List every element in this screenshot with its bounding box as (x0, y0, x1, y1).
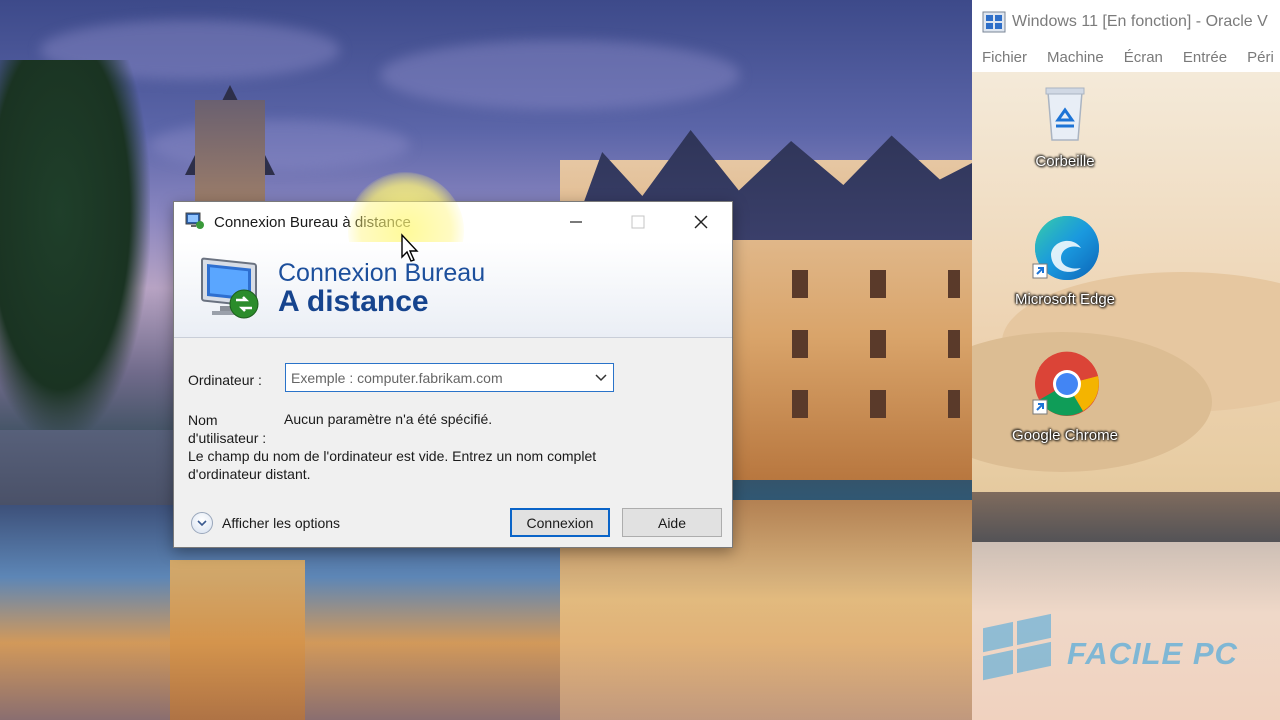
vm-titlebar[interactable]: Windows 11 [En fonction] - Oracle V (972, 0, 1280, 44)
show-options-label[interactable]: Afficher les options (222, 515, 340, 531)
cloud (380, 40, 740, 110)
facile-pc-watermark: FACILE PC (975, 592, 1238, 682)
menu-entree[interactable]: Entrée (1173, 44, 1237, 72)
menu-ecran[interactable]: Écran (1114, 44, 1173, 72)
menu-peripheriques[interactable]: Péri (1237, 44, 1280, 72)
maximize-button[interactable] (609, 202, 667, 242)
menu-fichier[interactable]: Fichier (972, 44, 1037, 72)
remote-desktop-app-icon (185, 212, 204, 229)
stone-wall (0, 430, 175, 505)
virtualbox-icon (982, 11, 1006, 33)
mouse-pointer-icon (401, 233, 419, 262)
username-label: Nom d'utilisateur : (188, 412, 267, 446)
maximize-icon (631, 215, 645, 229)
menu-machine[interactable]: Machine (1037, 44, 1114, 72)
close-icon (694, 215, 708, 229)
connect-button[interactable]: Connexion (510, 508, 610, 537)
recycle-bin-icon (1045, 87, 1085, 141)
dialog-title: Connexion Bureau à distance (214, 214, 411, 231)
tower-reflection (170, 560, 305, 720)
minimize-button[interactable] (547, 202, 605, 242)
close-button[interactable] (672, 202, 730, 242)
desktop-icon-chrome[interactable]: Google Chrome (1000, 350, 1130, 444)
dialog-banner: Connexion Bureau A distance (174, 242, 732, 338)
cloud (150, 120, 410, 170)
vm-title: Windows 11 [En fonction] - Oracle V (1012, 13, 1268, 30)
error-message: Le champ du nom de l'ordinateur est vide… (188, 448, 597, 482)
banner-title-line2: A distance (278, 285, 429, 318)
edge-label: Microsoft Edge (1014, 291, 1116, 308)
minimize-icon (570, 221, 582, 223)
chrome-label: Google Chrome (1012, 427, 1118, 444)
watermark-text: FACILE PC (1067, 636, 1238, 671)
expand-icon[interactable] (191, 512, 213, 534)
remote-desktop-logo-icon (201, 257, 259, 319)
windows-logo-icon (983, 613, 1051, 681)
edge-icon (1032, 216, 1099, 280)
chrome-icon (1032, 351, 1099, 416)
desktop-icon-edge[interactable]: Microsoft Edge (1000, 214, 1130, 308)
computer-combobox[interactable]: Exemple : computer.fabrikam.com (285, 363, 614, 392)
chevron-down-icon[interactable] (593, 370, 609, 386)
show-options-toggle[interactable]: Afficher les options (191, 512, 340, 534)
banner-title-line1: Connexion Bureau (278, 259, 486, 287)
vm-menubar: Fichier Machine Écran Entrée Péri (972, 44, 1280, 72)
desktop-icon-recycle-bin[interactable]: Corbeille (1000, 82, 1130, 170)
recycle-bin-label: Corbeille (1035, 153, 1095, 170)
help-button[interactable]: Aide (622, 508, 722, 537)
tree (0, 60, 150, 440)
username-value: Aucun paramètre n'a été spécifié. (284, 411, 493, 427)
remote-desktop-dialog: Connexion Bureau à distance Connexion Bu… (173, 173, 733, 548)
computer-label: Ordinateur : (188, 372, 262, 388)
computer-input[interactable]: Exemple : computer.fabrikam.com (291, 370, 503, 386)
dialog-titlebar[interactable]: Connexion Bureau à distance (174, 173, 732, 289)
